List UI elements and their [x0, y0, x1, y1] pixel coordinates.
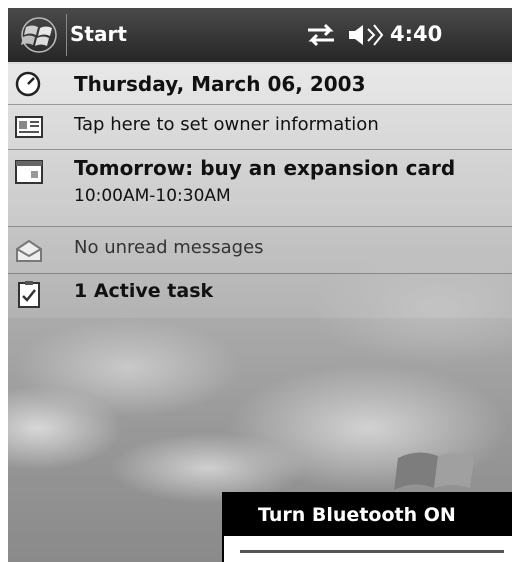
windows-flag-icon	[21, 17, 57, 53]
start-button[interactable]: Start	[8, 8, 178, 62]
clock[interactable]: 4:40	[390, 22, 442, 46]
clock-icon	[15, 71, 41, 97]
clipboard-icon	[18, 281, 40, 308]
owner-text: Tap here to set owner information	[74, 114, 379, 135]
messages-row[interactable]: No unread messages	[8, 227, 512, 274]
connectivity-icon[interactable]	[304, 22, 338, 48]
today-screen: Start 4:40 Thursday, March 06, 2003 Tap …	[8, 8, 512, 562]
context-menu: Turn Bluetooth ON	[222, 492, 512, 562]
menu-divider	[240, 550, 504, 553]
menu-item-turn-bluetooth-on[interactable]: Turn Bluetooth ON	[224, 494, 512, 536]
taskbar-separator	[66, 14, 67, 56]
date-text: Thursday, March 06, 2003	[74, 72, 366, 96]
appointment-title: Tomorrow: buy an expansion card	[74, 156, 456, 180]
wallpaper-flag-decoration	[394, 452, 474, 490]
taskbar: Start 4:40	[8, 8, 512, 62]
tasks-text: 1 Active task	[74, 280, 214, 302]
owner-card-icon	[15, 116, 43, 138]
date-row[interactable]: Thursday, March 06, 2003	[8, 64, 512, 105]
messages-text: No unread messages	[74, 237, 264, 258]
speaker-icon[interactable]	[346, 21, 386, 49]
start-label: Start	[70, 22, 127, 46]
tasks-row[interactable]: 1 Active task	[8, 274, 512, 318]
envelope-icon	[16, 239, 42, 262]
owner-row[interactable]: Tap here to set owner information	[8, 105, 512, 150]
calendar-icon	[15, 160, 43, 184]
appointment-time: 10:00AM-10:30AM	[74, 186, 231, 206]
appointment-row[interactable]: Tomorrow: buy an expansion card 10:00AM-…	[8, 150, 512, 227]
